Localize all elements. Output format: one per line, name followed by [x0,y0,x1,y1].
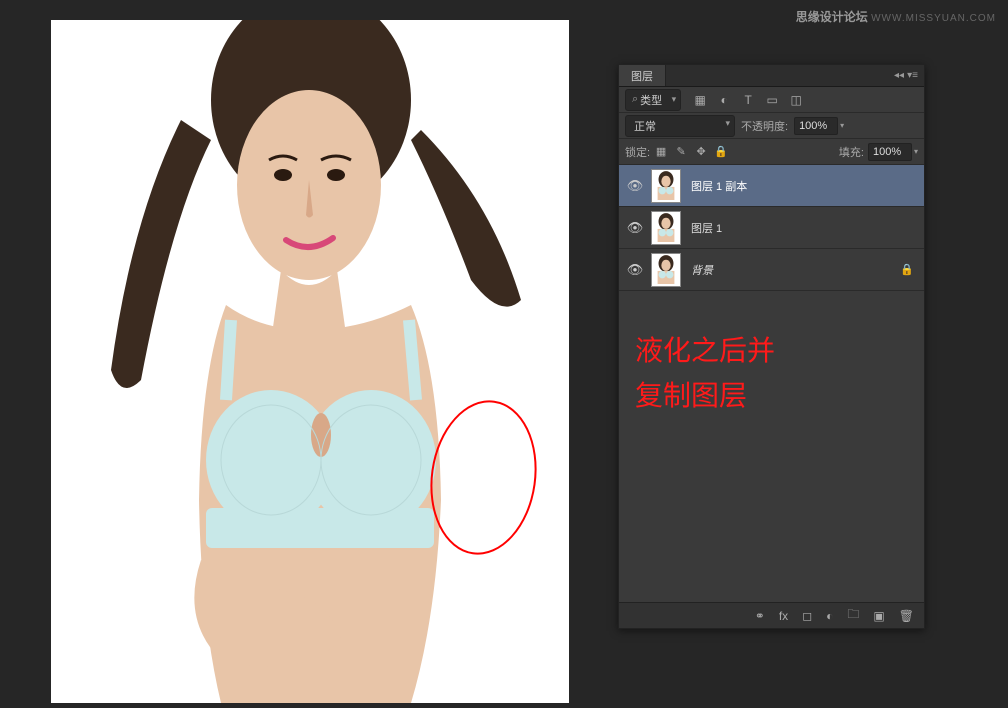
link-layers-icon[interactable]: ⚭ [755,609,765,623]
annotation-line1: 液化之后并 [635,330,775,375]
document-canvas[interactable] [51,20,569,703]
layer-name[interactable]: 背景 [691,262,900,278]
lock-label: 锁定: [625,144,650,160]
layer-filter-row: 类型 ▦ ◐ T ▭ ◫ [619,87,924,113]
eye-icon: 👁 [627,262,644,278]
panel-menu-icon[interactable]: ▾≡ [907,70,918,81]
layer-thumbnail[interactable] [651,169,681,203]
layer-group-icon[interactable]: 🗀 [847,605,859,626]
panel-tab-bar: 图层 ◂◂ ▾≡ [619,65,924,87]
layer-row[interactable]: 👁 背景 🔒 [619,249,924,291]
blend-opacity-row: 正常 不透明度: 100% [619,113,924,139]
filter-smartobject-icon[interactable]: ◫ [789,93,803,107]
eye-icon: 👁 [627,220,644,236]
panel-collapse-icon[interactable]: ◂◂ [894,70,904,81]
watermark-brand: 思缘设计论坛 [796,10,868,24]
watermark: 思缘设计论坛 WWW.MISSYUAN.COM [796,8,996,25]
lock-pixels-icon[interactable]: ✎ [674,145,688,158]
adjustment-layer-icon[interactable]: ◐ [826,609,833,623]
visibility-toggle[interactable]: 👁 [619,262,651,278]
new-layer-icon[interactable]: ▣ [873,609,884,623]
opacity-value[interactable]: 100% [794,117,838,135]
fill-label: 填充: [839,144,864,160]
visibility-toggle[interactable]: 👁 [619,178,651,194]
layer-style-icon[interactable]: fx [779,609,788,623]
eye-icon: 👁 [627,178,644,194]
layer-name[interactable]: 图层 1 [691,220,924,236]
layer-row[interactable]: 👁 图层 1 副本 [619,165,924,207]
lock-indicator-icon: 🔒 [900,263,914,276]
annotation-line2: 复制图层 [635,375,775,420]
lock-transparency-icon[interactable]: ▦ [654,145,668,158]
filter-icons: ▦ ◐ T ▭ ◫ [693,93,803,107]
lock-all-icon[interactable]: 🔒 [714,145,728,158]
filter-kind-label: 类型 [640,92,662,108]
opacity-label: 不透明度: [741,118,788,134]
layer-thumbnail[interactable] [651,253,681,287]
layers-list: 👁 图层 1 副本 👁 图层 1 👁 背景 🔒 [619,165,924,291]
lock-fill-row: 锁定: ▦ ✎ ✥ 🔒 填充: 100% [619,139,924,165]
watermark-url: WWW.MISSYUAN.COM [871,13,996,24]
layer-mask-icon[interactable]: ◻ [802,609,812,623]
opacity-input-wrap[interactable]: 100% [794,117,844,135]
filter-kind-dropdown[interactable]: 类型 [625,89,681,111]
fill-value[interactable]: 100% [868,143,912,161]
annotation-text: 液化之后并 复制图层 [635,330,775,420]
layer-thumbnail[interactable] [651,211,681,245]
filter-type-icon[interactable]: T [741,93,755,107]
lock-icons: ▦ ✎ ✥ 🔒 [654,145,728,158]
filter-pixel-icon[interactable]: ▦ [693,93,707,107]
filter-shape-icon[interactable]: ▭ [765,93,779,107]
lock-position-icon[interactable]: ✥ [694,145,708,158]
blend-mode-dropdown[interactable]: 正常 [625,115,735,137]
filter-adjustment-icon[interactable]: ◐ [717,93,731,107]
layer-row[interactable]: 👁 图层 1 [619,207,924,249]
panel-footer: ⚭ fx ◻ ◐ 🗀 ▣ 🗑 [619,602,924,628]
fill-input-wrap[interactable]: 100% [868,143,918,161]
layers-tab[interactable]: 图层 [619,65,666,86]
visibility-toggle[interactable]: 👁 [619,220,651,236]
delete-layer-icon[interactable]: 🗑 [899,609,914,623]
layer-name[interactable]: 图层 1 副本 [691,178,924,194]
blend-mode-value: 正常 [634,121,656,133]
canvas-image [51,20,569,703]
